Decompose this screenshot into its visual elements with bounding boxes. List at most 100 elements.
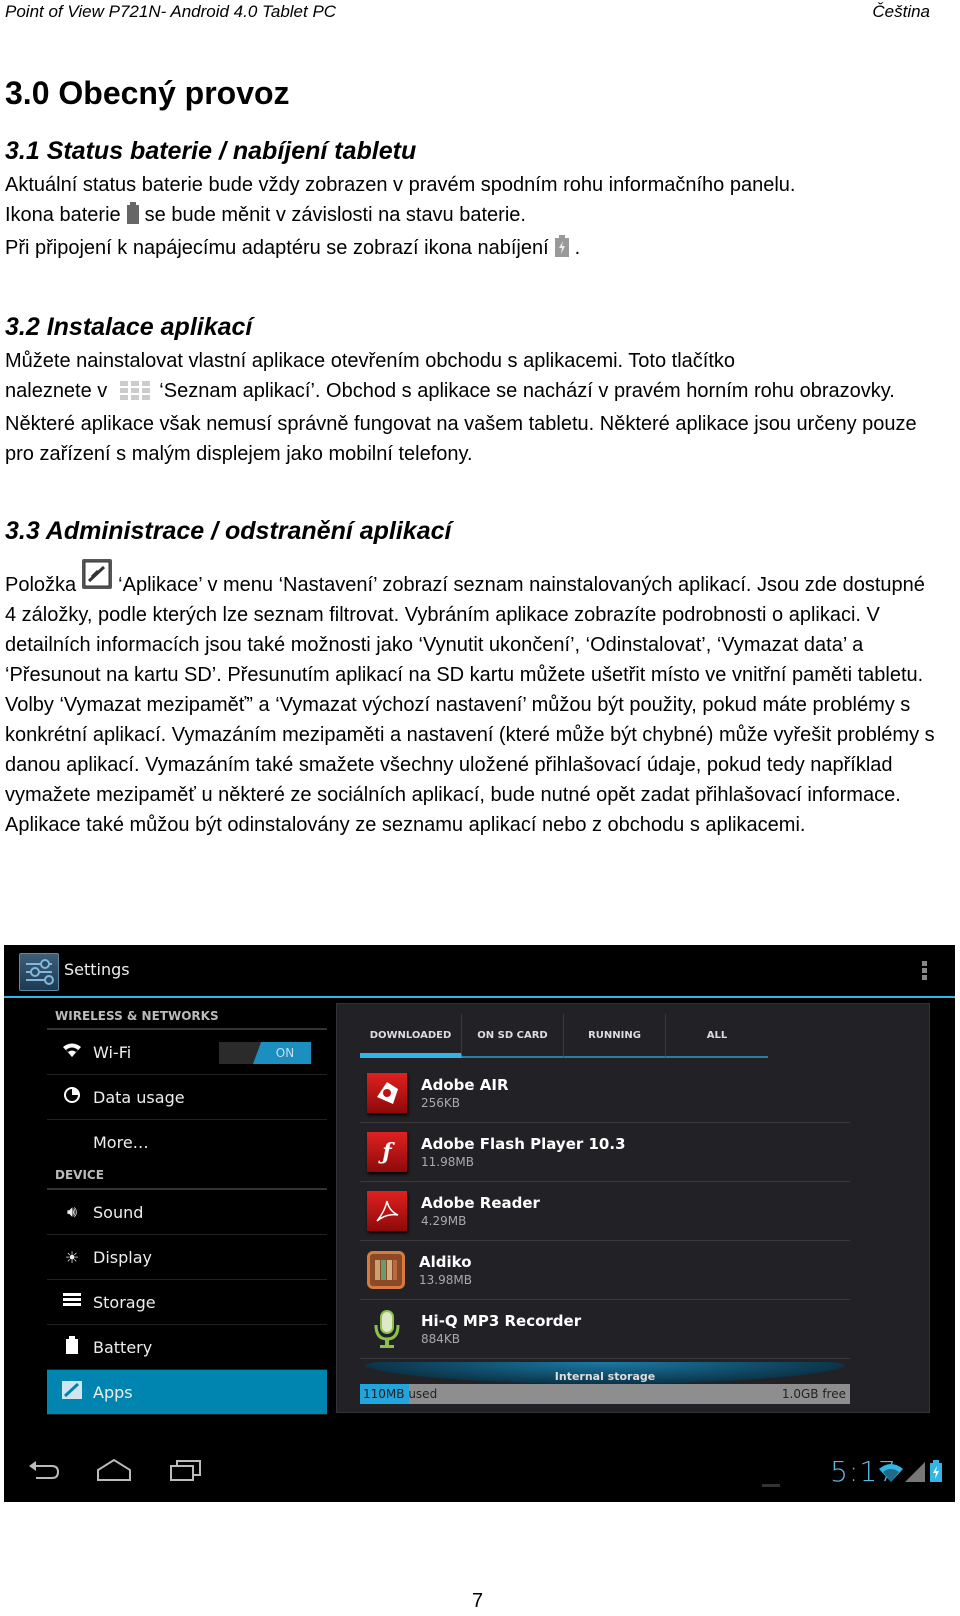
apps-settings-icon	[82, 559, 113, 598]
sidebar-item-label: More…	[93, 1132, 149, 1152]
section-3-1-text: Aktuální status baterie bude vždy zobraz…	[5, 170, 935, 266]
chapter-title: 3.0 Obecný provoz	[5, 75, 290, 111]
section-3-3-text: Položka ‘Aplikace’ v menu ‘Nastavení’ zob…	[5, 559, 935, 840]
internal-storage-meter: Internal storage 110MB used 1.0GB free	[360, 1362, 850, 1404]
sidebar-item-display[interactable]: ☀︎ Display	[47, 1235, 327, 1280]
list-item[interactable]: Hi-Q MP3 Recorder 884KB	[360, 1300, 850, 1359]
document-title: Point of View P721N- Android 4.0 Tablet …	[5, 2, 337, 21]
section-header-wireless: WIRELESS & NETWORKS	[47, 1000, 327, 1030]
wifi-icon	[57, 1042, 87, 1062]
app-name: Hi-Q MP3 Recorder	[421, 1312, 582, 1330]
storage-icon	[57, 1292, 87, 1312]
sidebar-item-label: Apps	[93, 1382, 133, 1402]
overflow-menu-icon[interactable]	[922, 961, 927, 982]
list-item[interactable]: Aldiko 13.98MB	[360, 1241, 850, 1300]
text-fragment: Ikona baterie	[5, 204, 121, 226]
recent-apps-icon[interactable]	[169, 1458, 203, 1488]
app-size: 4.29MB	[421, 1214, 467, 1228]
tab-downloaded[interactable]: DOWNLOADED	[360, 1014, 462, 1058]
action-bar-title: Settings	[64, 960, 130, 979]
app-name: Adobe Reader	[421, 1194, 540, 1212]
back-icon[interactable]	[26, 1458, 60, 1488]
aldiko-icon	[367, 1251, 405, 1289]
action-bar: Settings	[4, 945, 955, 998]
speaker-icon: 🔊︎	[66, 1202, 78, 1221]
page-number: 7	[472, 1590, 484, 1612]
section-header-device: DEVICE	[47, 1164, 327, 1190]
sidebar-item-label: Wi-Fi	[93, 1042, 132, 1062]
cell-signal-icon	[905, 1462, 925, 1486]
storage-used-text: 110MB used	[363, 1384, 437, 1404]
storage-bar: 110MB used 1.0GB free	[360, 1384, 850, 1404]
app-size: 884KB	[421, 1332, 461, 1346]
app-grid-icon	[119, 379, 151, 409]
storage-free-text: 1.0GB free	[781, 1387, 846, 1401]
tab-running[interactable]: RUNNING	[564, 1014, 666, 1058]
sidebar-item-more[interactable]: More…	[47, 1120, 327, 1164]
app-size: 256KB	[421, 1096, 461, 1110]
list-item[interactable]: ƒ Adobe Flash Player 10.3 11.98MB	[360, 1123, 850, 1182]
text-fragment: Aplikace také můžou být odinstalovány ze…	[5, 814, 806, 836]
battery-charging-icon	[554, 235, 569, 266]
used-suffix: used	[408, 1387, 438, 1401]
section-3-2-text: Můžete nainstalovat vlastní aplikace ote…	[5, 346, 935, 469]
tab-on-sd-card[interactable]: ON SD CARD	[462, 1014, 564, 1058]
app-size: 13.98MB	[419, 1273, 472, 1287]
toggle-state: ON	[253, 1042, 311, 1064]
text-fragment: naleznete v	[5, 380, 108, 402]
data-usage-icon	[57, 1086, 87, 1108]
text-fragment: Položka	[5, 574, 77, 596]
text-fragment: Volby ‘Vymazat mezipaměť” a ‘Vymazat výc…	[5, 694, 935, 806]
settings-app-icon[interactable]	[19, 953, 59, 991]
battery-icon	[57, 1336, 87, 1358]
text-fragment: .	[574, 237, 581, 259]
wifi-signal-icon	[879, 1462, 903, 1486]
settings-sidebar: WIRELESS & NETWORKS Wi-Fi ON Data usage …	[47, 1000, 327, 1415]
app-filter-tabs: DOWNLOADED ON SD CARD RUNNING ALL	[360, 1014, 768, 1058]
text-fragment: Můžete nainstalovat vlastní aplikace ote…	[5, 350, 736, 372]
text-fragment: ‘Aplikace’ v menu ‘Nastavení’ zobrazí se…	[5, 574, 925, 686]
sidebar-item-battery[interactable]: Battery	[47, 1325, 327, 1370]
section-heading-3-3: 3.3 Administrace / odstranění aplikací	[5, 517, 452, 545]
apps-icon	[57, 1381, 87, 1403]
used-amount: 110MB	[363, 1387, 405, 1401]
text-fragment: Při připojení k napájecímu adaptéru se z…	[5, 237, 549, 259]
battery-charging-icon	[930, 1460, 942, 1486]
text-line: Aktuální status baterie bude vždy zobraz…	[5, 174, 796, 196]
sidebar-item-label: Battery	[93, 1337, 153, 1357]
battery-icon	[126, 202, 139, 233]
sidebar-item-label: Display	[93, 1247, 152, 1267]
section-heading-3-2: 3.2 Instalace aplikací	[5, 313, 253, 341]
adobe-reader-icon	[367, 1191, 407, 1231]
sidebar-item-label: Data usage	[93, 1087, 185, 1107]
text-fragment: se bude měnit v závislosti na stavu bate…	[144, 204, 526, 226]
tab-all[interactable]: ALL	[666, 1014, 768, 1058]
sidebar-item-apps[interactable]: Apps	[47, 1370, 327, 1415]
home-icon[interactable]	[96, 1458, 132, 1488]
section-heading-3-1: 3.1 Status baterie / nabíjení tabletu	[5, 137, 417, 165]
list-item[interactable]: Adobe Reader 4.29MB	[360, 1182, 850, 1241]
brightness-icon: ☀︎	[64, 1247, 80, 1267]
page-header: Point of View P721N- Android 4.0 Tablet …	[5, 2, 930, 22]
language-label: Čeština	[872, 2, 930, 21]
wifi-toggle[interactable]: ON	[219, 1042, 311, 1064]
sidebar-item-sound[interactable]: 🔊︎ Sound	[47, 1190, 327, 1235]
microphone-icon	[367, 1309, 407, 1349]
tablet-screenshot: Settings WIRELESS & NETWORKS Wi-Fi ON Da…	[4, 945, 955, 1502]
sidebar-item-storage[interactable]: Storage	[47, 1280, 327, 1325]
flash-icon: ƒ	[367, 1132, 407, 1172]
app-list: Adobe AIR 256KB ƒ Adobe Flash Player 10.3…	[360, 1064, 850, 1359]
app-size: 11.98MB	[421, 1155, 474, 1169]
list-item[interactable]: Adobe AIR 256KB	[360, 1064, 850, 1123]
app-name: Adobe Flash Player 10.3	[421, 1135, 626, 1153]
sidebar-item-label: Sound	[93, 1202, 144, 1222]
system-nav-bar: 5:17	[4, 1450, 955, 1496]
app-name: Adobe AIR	[421, 1076, 509, 1094]
sidebar-item-data-usage[interactable]: Data usage	[47, 1075, 327, 1120]
adobe-air-icon	[367, 1073, 407, 1113]
apps-panel: DOWNLOADED ON SD CARD RUNNING ALL Adobe …	[336, 1003, 930, 1413]
app-name: Aldiko	[419, 1253, 472, 1271]
storage-label: Internal storage	[554, 1370, 656, 1383]
sidebar-item-wifi[interactable]: Wi-Fi ON	[47, 1030, 327, 1075]
notification-dash-icon	[762, 1473, 780, 1492]
